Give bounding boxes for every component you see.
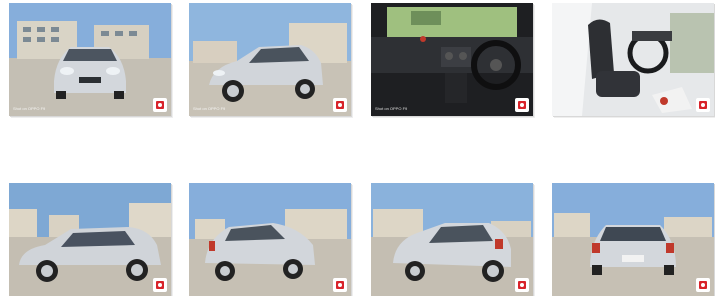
car-photo-rear-quarter[interactable] <box>189 183 351 296</box>
red-square-logo-icon <box>333 278 347 292</box>
car-photo-dashboard[interactable]: Shot on OPPO F9 <box>371 3 533 116</box>
red-square-logo-icon <box>515 278 529 292</box>
red-square-logo-icon <box>515 98 529 112</box>
car-photo-rear-left[interactable] <box>371 183 533 296</box>
car-rear-image <box>552 183 714 296</box>
red-square-logo-icon <box>696 278 710 292</box>
car-photo-front[interactable]: Shot on OPPO F9 <box>9 3 171 116</box>
car-seats-image <box>552 3 714 116</box>
camera-watermark: Shot on OPPO F9 <box>375 106 408 111</box>
car-dashboard-image <box>371 3 533 116</box>
car-photo-seats[interactable] <box>552 3 714 116</box>
red-square-logo-icon <box>153 278 167 292</box>
car-side-image <box>9 183 171 296</box>
car-front-image <box>9 3 171 116</box>
car-rear-quarter-image <box>189 183 351 296</box>
red-square-logo-icon <box>333 98 347 112</box>
car-front-quarter-image <box>189 3 351 116</box>
red-square-logo-icon <box>153 98 167 112</box>
car-photo-side[interactable] <box>9 183 171 296</box>
red-square-logo-icon <box>696 98 710 112</box>
car-photo-rear[interactable] <box>552 183 714 296</box>
car-rear-left-image <box>371 183 533 296</box>
car-photo-front-quarter[interactable]: Shot on OPPO F9 <box>189 3 351 116</box>
camera-watermark: Shot on OPPO F9 <box>13 106 46 111</box>
camera-watermark: Shot on OPPO F9 <box>193 106 226 111</box>
